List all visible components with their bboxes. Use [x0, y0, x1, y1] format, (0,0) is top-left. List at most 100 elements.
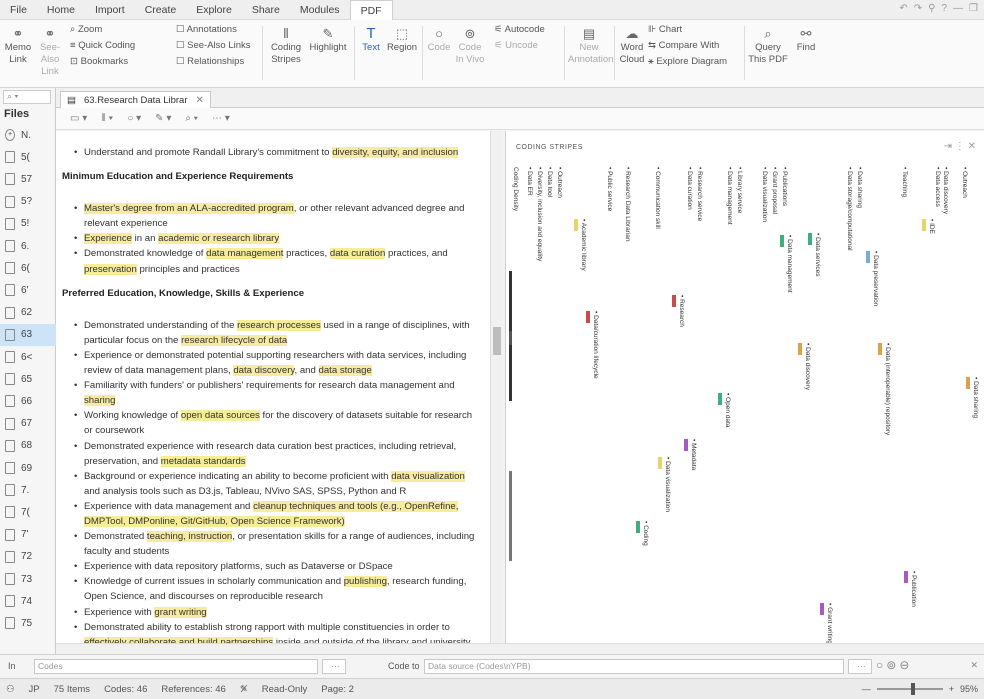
coding-stripe[interactable] [966, 377, 970, 389]
file-list-item[interactable]: 75 [0, 612, 56, 634]
coding-stripe[interactable] [780, 235, 784, 247]
stripe-label[interactable]: • Data visualization [761, 167, 768, 222]
file-list-item[interactable]: 7' [0, 524, 56, 546]
see-also-links-toggle[interactable]: ☐ See-Also Links [176, 40, 251, 52]
file-list-item[interactable]: 73 [0, 568, 56, 590]
stripe-label[interactable]: • Research Data Librarian [624, 167, 631, 242]
code-in-vivo-button[interactable]: ⊚ Code In Vivo [454, 26, 486, 66]
annotations-checkbox[interactable]: ☐ [176, 24, 187, 35]
file-list-item[interactable]: 5( [0, 146, 56, 168]
code-to-browse-button[interactable]: ⋯ [848, 659, 872, 674]
stripes-toggle-icon[interactable]: ⦀ ▾ [101, 113, 113, 124]
code-dropdown-icon[interactable]: ○ ▾ [127, 113, 141, 124]
file-list-item[interactable]: 6' [0, 279, 56, 301]
memo-link-button[interactable]: ⚭ Memo Link [4, 26, 32, 66]
menu-pdf[interactable]: PDF [349, 0, 393, 20]
file-list-item[interactable]: 5? [0, 191, 56, 213]
find-button[interactable]: ⚯ Find [792, 26, 820, 54]
see-also-links-checkbox[interactable]: ☐ [176, 40, 187, 51]
stripe-label[interactable]: • Outreach [961, 167, 968, 198]
minimize-icon[interactable]: — [953, 3, 963, 14]
coding-density-bar[interactable] [509, 331, 512, 345]
code-to-field[interactable]: Data source (Codes\nYPB) [424, 659, 844, 674]
relationships-checkbox[interactable]: ☐ [176, 56, 187, 67]
coding-stripe[interactable] [798, 343, 802, 355]
restore-icon[interactable]: ❐ [969, 3, 978, 14]
nav-search-input[interactable]: ⌕ ▾ [3, 90, 51, 104]
see-also-link-button[interactable]: ⚭ See-Also Link [34, 26, 66, 78]
menu-import[interactable]: Import [85, 0, 135, 20]
autocode-button[interactable]: ⚟ Autocode [494, 24, 545, 36]
coding-density-bar[interactable] [509, 471, 512, 561]
scroll-thumb[interactable] [493, 327, 501, 355]
coding-in-field[interactable]: Codes [34, 659, 318, 674]
stripe-label[interactable]: • Diversity, inclusion and equality [536, 167, 543, 261]
zoom-button[interactable]: ⌕ Zoom [70, 24, 102, 36]
stripe-label[interactable]: • Data management [726, 167, 733, 225]
help-icon[interactable]: ? [941, 3, 947, 14]
stripe-label[interactable]: • Public service [606, 167, 613, 211]
close-coding-bar-icon[interactable]: ✕ [970, 660, 978, 671]
coding-stripe[interactable] [636, 521, 640, 533]
text-select-button[interactable]: T Text [358, 26, 384, 54]
coding-stripe[interactable] [878, 343, 882, 355]
menu-share[interactable]: Share [242, 0, 290, 20]
pane-options-icon[interactable]: ⇥ ⋮ ✕ [944, 141, 976, 152]
file-list-item[interactable]: 62 [0, 302, 56, 324]
query-this-pdf-button[interactable]: ⌕ Query This PDF [748, 26, 788, 66]
compare-with-button[interactable]: ⇆ Compare With [648, 40, 719, 52]
menu-modules[interactable]: Modules [290, 0, 350, 20]
chart-button[interactable]: ⊪ Chart [648, 24, 682, 36]
document-scrollbar[interactable] [490, 131, 502, 643]
menu-file[interactable]: File [0, 0, 37, 20]
file-list-item[interactable]: 6( [0, 257, 56, 279]
coding-stripe[interactable] [808, 233, 812, 245]
code-button[interactable]: ○ Code [426, 26, 452, 54]
coding-stripe[interactable] [922, 219, 926, 231]
file-list-item[interactable]: 65 [0, 368, 56, 390]
close-icon[interactable]: ✕ [195, 93, 203, 108]
coding-stripe[interactable] [718, 393, 722, 405]
more-icon[interactable]: ⋯ ▾ [212, 113, 230, 124]
stripe-label[interactable]: • Research service [696, 167, 703, 221]
menu-create[interactable]: Create [135, 0, 187, 20]
file-list-item[interactable]: 72 [0, 546, 56, 568]
menu-explore[interactable]: Explore [186, 0, 242, 20]
document-content[interactable]: Understand and promote Randall Library's… [56, 131, 490, 643]
zoom-dropdown-icon[interactable]: ⌕ ▾ [185, 113, 198, 124]
file-list-item[interactable]: 69 [0, 457, 56, 479]
stripe-label[interactable]: • Data access [934, 167, 941, 207]
quick-coding-button[interactable]: ≡ Quick Coding [70, 40, 135, 52]
zoom-out-button[interactable]: — [862, 684, 871, 694]
highlight-button[interactable]: ✎ Highlight [306, 26, 350, 54]
explore-diagram-button[interactable]: ⚹ Explore Diagram [648, 56, 727, 68]
stripe-label[interactable]: • Data ER [526, 167, 533, 196]
file-list-item[interactable]: 66 [0, 390, 56, 412]
coding-stripe[interactable] [574, 219, 578, 231]
coding-stripe[interactable] [684, 439, 688, 451]
stripe-label[interactable]: • Outreach [556, 167, 563, 198]
horizontal-scrollbar[interactable] [56, 643, 984, 653]
stripe-label[interactable]: • Communication skill [654, 167, 661, 229]
coding-stripe[interactable] [904, 571, 908, 583]
document-tab[interactable]: ▤ 63.Research Data Librar ✕ [60, 91, 211, 108]
pin-icon[interactable]: ⚲ [928, 3, 935, 14]
coding-in-browse-button[interactable]: ⋯ [322, 659, 346, 674]
redo-icon[interactable]: ↷ [914, 3, 922, 14]
zoom-in-button[interactable]: + [949, 684, 954, 694]
file-list-item[interactable]: 57 [0, 168, 56, 190]
file-list-item[interactable]: 5! [0, 213, 56, 235]
file-list-item[interactable]: 67 [0, 413, 56, 435]
autocode-action-icon[interactable]: ⊖ [899, 658, 912, 672]
annotations-toggle[interactable]: ☐ Annotations [176, 24, 237, 36]
highlight-dropdown-icon[interactable]: ✎ ▾ [155, 113, 171, 124]
layout-icon[interactable]: ▭ ▾ [70, 113, 87, 124]
undo-icon[interactable]: ↶ [899, 3, 907, 14]
coding-stripes-button[interactable]: ⦀ Coding Stripes [268, 26, 304, 66]
word-cloud-button[interactable]: ☁ Word Cloud [618, 26, 646, 66]
stripe-label[interactable]: • Library service [736, 167, 743, 213]
stripe-label[interactable]: • Publications [781, 167, 788, 206]
menu-home[interactable]: Home [37, 0, 85, 20]
relationships-toggle[interactable]: ☐ Relationships [176, 56, 244, 68]
file-list-item[interactable]: 7. [0, 479, 56, 501]
